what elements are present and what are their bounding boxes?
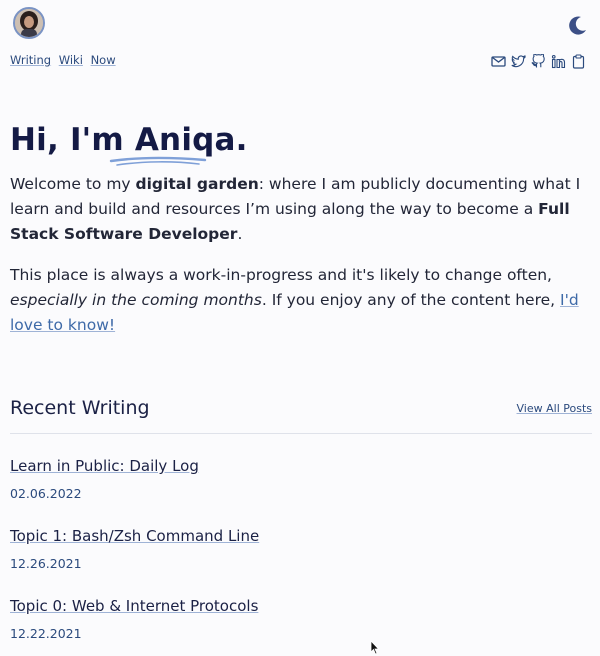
- intro-bold-digital-garden: digital garden: [135, 175, 259, 193]
- post-title-link[interactable]: Learn in Public: Daily Log: [10, 457, 199, 475]
- recent-writing-header: Recent Writing View All Posts: [10, 397, 592, 434]
- post-date: 12.26.2021: [10, 556, 82, 571]
- post-date: 02.06.2022: [10, 486, 82, 501]
- post-item: Topic 0: Web & Internet Protocols 12.22.…: [10, 596, 258, 641]
- avatar[interactable]: [13, 7, 45, 39]
- twitter-icon[interactable]: [511, 54, 527, 69]
- main-nav: Writing Wiki Now: [10, 53, 120, 67]
- mail-icon[interactable]: [491, 54, 506, 69]
- view-all-posts-link[interactable]: View All Posts: [517, 402, 592, 415]
- social-links: [491, 53, 586, 69]
- title-underline-decoration: [109, 156, 207, 166]
- hero-heading-block: Hi, I'm Aniqa.: [10, 122, 590, 166]
- post-title-link[interactable]: Topic 0: Web & Internet Protocols: [10, 597, 258, 615]
- post-item: Learn in Public: Daily Log 02.06.2022: [10, 456, 199, 501]
- clipboard-icon[interactable]: [571, 54, 586, 69]
- post-date: 12.22.2021: [10, 626, 82, 641]
- github-icon[interactable]: [531, 53, 546, 69]
- intro-text: .: [237, 225, 243, 243]
- moon-icon[interactable]: [566, 15, 588, 37]
- post-title-link[interactable]: Topic 1: Bash/Zsh Command Line: [10, 527, 259, 545]
- intro-paragraph: Welcome to my digital garden: where I am…: [10, 172, 592, 247]
- wip-italic: especially in the coming months: [10, 291, 262, 309]
- wip-text: This place is always a work-in-progress …: [10, 266, 552, 284]
- nav-writing-link[interactable]: Writing: [10, 53, 51, 67]
- site-header: Writing Wiki Now: [0, 0, 600, 80]
- wip-text: . If you enjoy any of the content here,: [261, 291, 561, 309]
- post-item: Topic 1: Bash/Zsh Command Line 12.26.202…: [10, 526, 259, 571]
- linkedin-icon[interactable]: [551, 54, 566, 69]
- nav-wiki-link[interactable]: Wiki: [59, 53, 83, 67]
- wip-paragraph: This place is always a work-in-progress …: [10, 263, 592, 338]
- nav-now-link[interactable]: Now: [91, 53, 116, 67]
- intro-text: Welcome to my: [10, 175, 136, 193]
- section-title: Recent Writing: [10, 397, 150, 419]
- mouse-pointer-icon: [370, 640, 380, 655]
- page-title: Hi, I'm Aniqa.: [10, 122, 248, 158]
